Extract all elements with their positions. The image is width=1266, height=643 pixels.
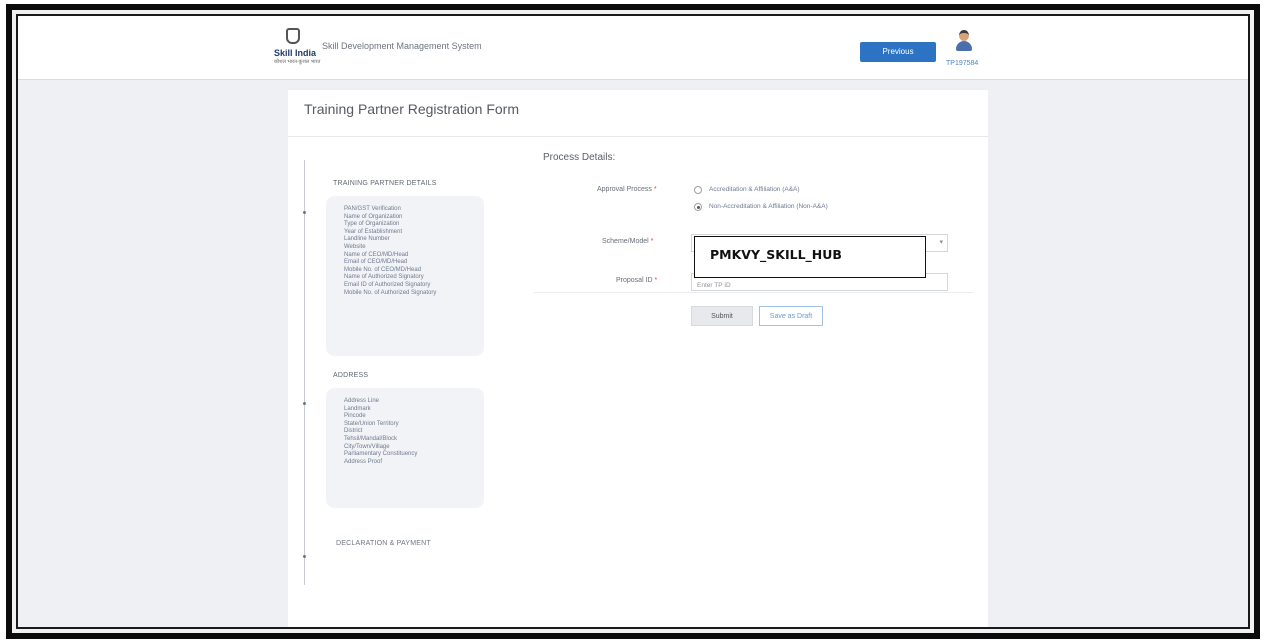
sidebar-item[interactable]: Name of Organization xyxy=(344,214,484,222)
avatar-body xyxy=(956,41,972,51)
process-details-title: Process Details: xyxy=(543,152,616,163)
proposal-id-label: Proposal ID * xyxy=(616,277,657,284)
sidebar-item[interactable]: PAN/GST Verification xyxy=(344,206,484,214)
progress-dot xyxy=(303,211,306,214)
sidebar-item[interactable]: Mobile No. of CEO/MD/Head xyxy=(344,267,484,275)
radio-aa-label[interactable]: Accreditation & Affiliation (A&A) xyxy=(709,186,800,193)
progress-dot xyxy=(303,402,306,405)
user-avatar-icon[interactable] xyxy=(956,30,972,56)
save-as-draft-button[interactable]: Save as Draft xyxy=(759,306,823,326)
required-marker: * xyxy=(654,277,658,284)
radio-aa[interactable] xyxy=(694,186,702,194)
app-window: Skill India कौशल भारत-कुशल भारत Skill De… xyxy=(16,14,1250,629)
skill-india-logo[interactable]: Skill India कौशल भारत-कुशल भारत xyxy=(274,28,320,68)
sidebar-item[interactable]: City/Town/Village xyxy=(344,444,484,452)
section-title-address[interactable]: ADDRESS xyxy=(333,372,368,379)
sidebar-item[interactable]: Address Proof xyxy=(344,459,484,467)
sidebar-item[interactable]: Landline Number xyxy=(344,236,484,244)
user-id[interactable]: TP197584 xyxy=(946,60,978,67)
sidebar-item[interactable]: Mobile No. of Authorized Signatory xyxy=(344,290,484,298)
training-partner-fields-box: PAN/GST Verification Name of Organizatio… xyxy=(326,196,484,356)
section-title-declaration-payment[interactable]: DECLARATION & PAYMENT xyxy=(336,540,431,547)
sidebar-item[interactable]: Landmark xyxy=(344,406,484,414)
title-divider xyxy=(288,136,988,137)
brand-name: Skill India xyxy=(274,48,317,58)
scheme-model-label: Scheme/Model * xyxy=(602,238,653,245)
sidebar-item[interactable]: State/Union Territory xyxy=(344,421,484,429)
sidebar-item[interactable]: District xyxy=(344,428,484,436)
avatar-head xyxy=(959,30,969,41)
progress-track xyxy=(304,160,305,585)
proposal-id-label-text: Proposal ID xyxy=(616,277,653,284)
radio-non-aa[interactable] xyxy=(694,203,702,211)
required-marker: * xyxy=(653,186,657,193)
field-divider xyxy=(534,292,974,293)
form-card: Training Partner Registration Form TRAIN… xyxy=(288,90,988,627)
scheme-value-callout: PMKVY_SKILL_HUB xyxy=(694,236,926,278)
address-fields-box: Address Line Landmark Pincode State/Unio… xyxy=(326,388,484,508)
emblem-icon xyxy=(286,28,300,44)
sidebar-item[interactable]: Type of Organization xyxy=(344,221,484,229)
submit-button[interactable]: Submit xyxy=(691,306,753,326)
sidebar-item[interactable]: Tehsil/Mandal/Block xyxy=(344,436,484,444)
previous-button[interactable]: Previous xyxy=(860,42,936,62)
brand-tagline: कौशल भारत-कुशल भारत xyxy=(274,59,321,65)
sidebar-item[interactable]: Website xyxy=(344,244,484,252)
radio-non-aa-label[interactable]: Non-Accreditation & Affiliation (Non-A&A… xyxy=(709,203,828,210)
screenshot-frame: Skill India कौशल भारत-कुशल भारत Skill De… xyxy=(6,4,1260,639)
sidebar-item[interactable]: Email ID of Authorized Signatory xyxy=(344,282,484,290)
progress-dot xyxy=(303,555,306,558)
sidebar-item[interactable]: Name of Authorized Signatory xyxy=(344,274,484,282)
chevron-down-icon: ▾ xyxy=(939,239,943,246)
sidebar-item[interactable]: Pincode xyxy=(344,413,484,421)
sidebar-item[interactable]: Email of CEO/MD/Head xyxy=(344,259,484,267)
sidebar-item[interactable]: Address Line xyxy=(344,398,484,406)
page-title: Training Partner Registration Form xyxy=(304,101,520,117)
sidebar-item[interactable]: Year of Establishment xyxy=(344,229,484,237)
top-bar: Skill India कौशल भारत-कुशल भारत Skill De… xyxy=(18,16,1248,80)
required-marker: * xyxy=(650,238,654,245)
approval-process-label: Approval Process * xyxy=(597,186,657,193)
approval-process-label-text: Approval Process xyxy=(597,186,652,193)
section-title-training-partner[interactable]: TRAINING PARTNER DETAILS xyxy=(333,180,437,187)
app-name: Skill Development Management System xyxy=(322,41,482,51)
sidebar-item[interactable]: Parliamentary Constituency xyxy=(344,451,484,459)
scheme-model-label-text: Scheme/Model xyxy=(602,238,649,245)
sidebar-item[interactable]: Name of CEO/MD/Head xyxy=(344,252,484,260)
